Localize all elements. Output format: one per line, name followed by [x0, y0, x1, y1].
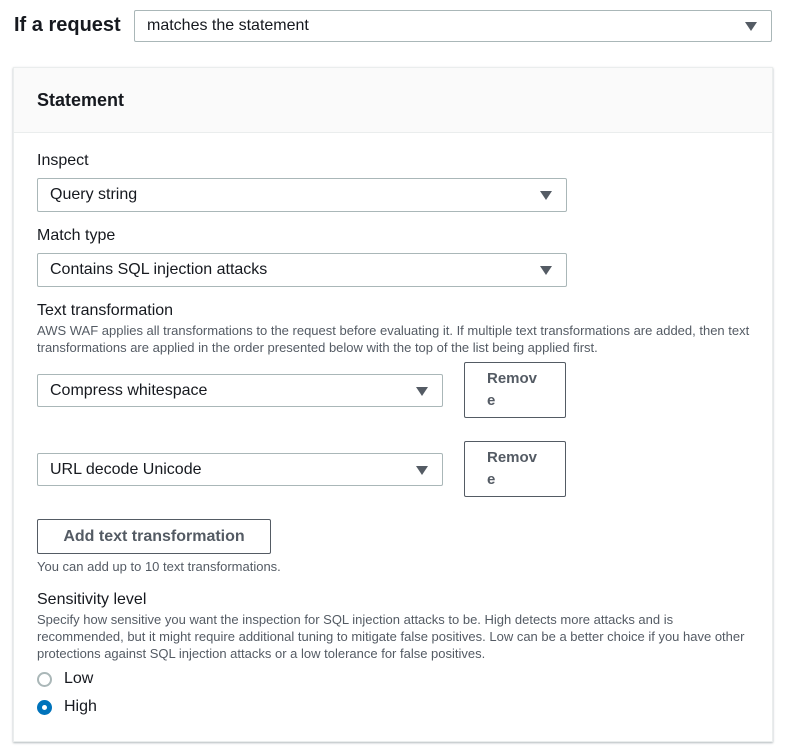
rule-condition-row: If a request matches the statement — [14, 10, 772, 42]
sensitivity-option-label: Low — [64, 670, 94, 687]
caret-down-icon — [416, 386, 428, 396]
inspect-value: Query string — [50, 186, 138, 203]
add-text-transformation-button[interactable]: Add text transformation — [37, 519, 271, 554]
text-transformation-value-1: Compress whitespace — [50, 381, 208, 399]
text-transformation-select-1[interactable]: Compress whitespace — [37, 374, 443, 407]
sensitivity-option-label: High — [64, 698, 97, 715]
rule-condition-value: matches the statement — [147, 17, 309, 34]
text-transformation-description: AWS WAF applies all transformations to t… — [37, 323, 750, 355]
caret-down-icon — [416, 465, 428, 475]
remove-transformation-button-2[interactable]: Remove — [464, 441, 566, 497]
statement-header: Statement — [14, 68, 772, 133]
statement-panel: Statement Inspect Query string Match typ… — [13, 67, 773, 742]
remove-transformation-button-1[interactable]: Remove — [464, 362, 566, 418]
caret-down-icon — [540, 266, 552, 275]
sensitivity-option-low[interactable]: Low — [37, 669, 93, 689]
if-request-label: If a request — [14, 14, 121, 36]
radio-checked-icon[interactable] — [37, 699, 52, 715]
sensitivity-description: Specify how sensitive you want the inspe… — [37, 612, 745, 661]
caret-down-icon — [745, 22, 757, 31]
text-transformation-value-2: URL decode Unicode — [50, 460, 202, 478]
match-type-value: Contains SQL injection attacks — [50, 261, 268, 278]
text-transformation-label: Text transformation — [37, 302, 174, 319]
text-transformation-select-2[interactable]: URL decode Unicode — [37, 453, 443, 486]
sensitivity-label: Sensitivity level — [37, 591, 147, 608]
caret-down-icon — [540, 191, 552, 200]
inspect-select[interactable]: Query string — [37, 178, 567, 212]
match-type-label: Match type — [37, 227, 116, 244]
text-transformation-hint: You can add up to 10 text transformation… — [37, 559, 281, 574]
radio-unchecked-icon[interactable] — [37, 671, 52, 687]
rule-condition-select[interactable]: matches the statement — [134, 10, 772, 42]
statement-title: Statement — [37, 90, 125, 110]
match-type-select[interactable]: Contains SQL injection attacks — [37, 253, 567, 287]
inspect-label: Inspect — [37, 152, 89, 169]
sensitivity-option-high[interactable]: High — [37, 697, 97, 717]
